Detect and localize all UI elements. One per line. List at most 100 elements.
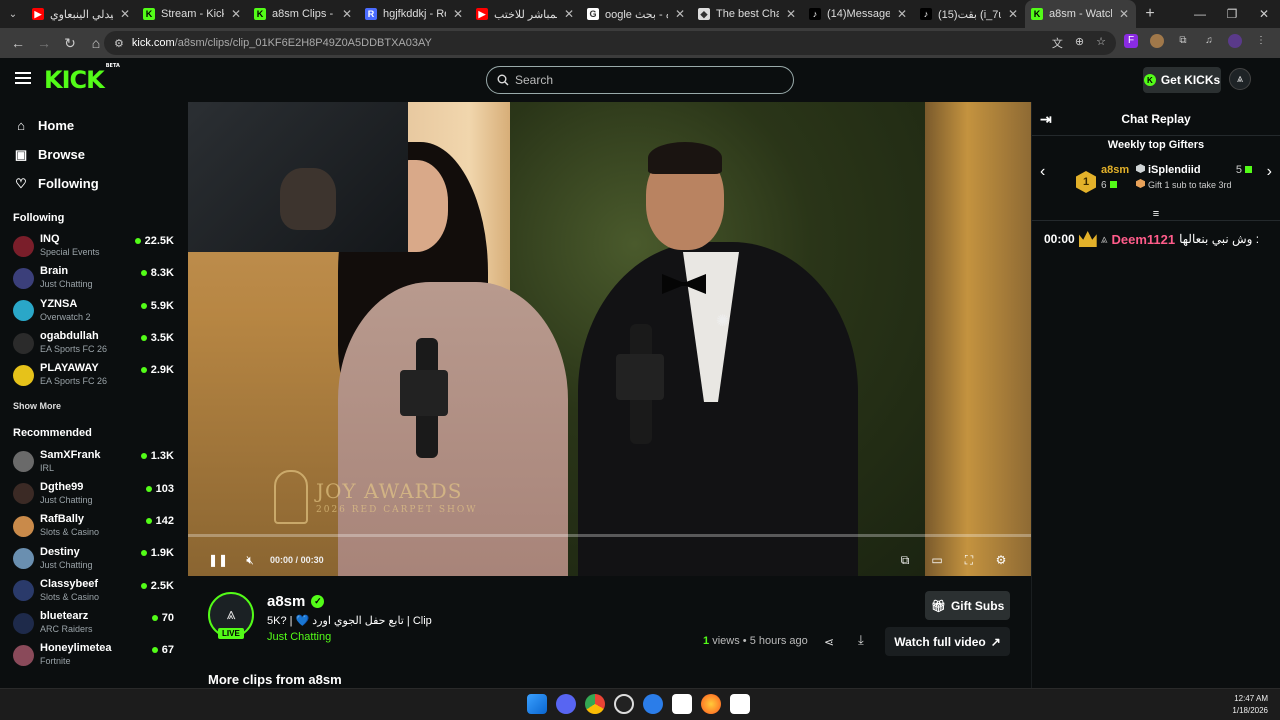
tab-close-icon[interactable]: ✕ xyxy=(230,7,242,21)
sidebar-channel[interactable]: PLAYAWAY EA Sports FC 26 2.9K xyxy=(0,359,188,391)
capcut-icon[interactable] xyxy=(672,694,692,714)
share-icon[interactable]: ⋖ xyxy=(824,635,834,649)
browser-tab[interactable]: ▶ البث المباشر للاختب ✕ xyxy=(470,0,581,28)
browser-tab[interactable]: Rhgjfkddkj - Restre ✕ xyxy=(359,0,470,28)
tab-search-button[interactable]: ⌄ xyxy=(0,0,26,28)
tab-close-icon[interactable]: ✕ xyxy=(119,7,131,21)
reload-icon[interactable]: ↻ xyxy=(58,35,82,52)
pip-icon[interactable]: ⧉ xyxy=(895,550,915,570)
close-window-icon[interactable]: ✕ xyxy=(1248,0,1280,28)
theater-mode-icon[interactable]: ▭ xyxy=(927,550,947,570)
zoom-icon[interactable]: ⊕ xyxy=(1075,35,1084,51)
forward-icon[interactable]: → xyxy=(32,35,56,51)
gifter-second-name[interactable]: iSplendiid xyxy=(1148,164,1201,176)
menu-icon[interactable] xyxy=(15,72,31,84)
chrome-icon[interactable] xyxy=(585,694,605,714)
url-bar[interactable]: ⚙ kick.com/a8sm/clips/clip_01KF6E2H8P49Z… xyxy=(104,31,1116,55)
system-clock[interactable]: 12:47 AM 1/18/2026 xyxy=(1232,693,1268,717)
sidebar-nav-browse[interactable]: ▣ Browse xyxy=(0,140,188,169)
firefox-icon[interactable] xyxy=(701,694,721,714)
tab-close-icon[interactable]: ✕ xyxy=(1118,7,1130,21)
tab-close-icon[interactable]: ✕ xyxy=(896,7,908,21)
mute-icon[interactable]: 🔇︎ xyxy=(240,550,260,570)
browser-tab[interactable]: ♪ (15)بقت (i_7ulx@) ✕ xyxy=(914,0,1025,28)
get-kicks-label: Get KICKs xyxy=(1160,73,1221,87)
channel-name[interactable]: a8sm xyxy=(267,593,305,610)
capcut-editor-icon[interactable] xyxy=(730,694,750,714)
get-kicks-button[interactable]: K Get KICKs xyxy=(1143,67,1221,93)
extension-cookie-icon[interactable] xyxy=(1150,34,1164,48)
tab-favicon-icon: ▶ xyxy=(476,8,488,20)
browser-tab[interactable]: Google عنزه - بحث ✕ xyxy=(581,0,692,28)
bookmark-star-icon[interactable]: ☆ xyxy=(1096,35,1106,51)
clip-title: 5K? | 💙 تابع حفل الجوي اورد | Clip xyxy=(267,615,432,627)
gift-subs-button[interactable]: 🎁︎ Gift Subs xyxy=(925,591,1010,620)
sidebar-channel[interactable]: SamXFrank IRL 1.3K xyxy=(0,445,188,477)
tab-close-icon[interactable]: ✕ xyxy=(785,7,797,21)
menu-dots-icon[interactable]: ⋮ xyxy=(1254,34,1268,48)
sidebar-channel[interactable]: ogabdullah EA Sports FC 26 3.5K xyxy=(0,327,188,359)
time-total: 00:30 xyxy=(300,555,324,565)
browser-tab[interactable]: ♪ (14)Messages | Tik ✕ xyxy=(803,0,914,28)
sidebar-channel[interactable]: Classybeef Slots & Casino 2.5K xyxy=(0,575,188,607)
sidebar-channel[interactable]: Brain Just Chatting 8.3K xyxy=(0,262,188,294)
sidebar-channel[interactable]: bluetearz ARC Raiders 70 xyxy=(0,607,188,639)
sidebar-channel[interactable]: RafBally Slots & Casino 142 xyxy=(0,510,188,542)
gifter-first-name[interactable]: a8sm xyxy=(1101,163,1129,178)
extension-f-icon[interactable]: F xyxy=(1124,34,1138,48)
extensions-puzzle-icon[interactable]: ⧉ xyxy=(1176,34,1190,48)
new-tab-button[interactable]: + xyxy=(1136,5,1164,23)
tab-favicon-icon: ♪ xyxy=(920,8,932,20)
minimize-icon[interactable]: — xyxy=(1184,0,1216,28)
chat-filter-icon[interactable]: ≡ xyxy=(1032,209,1280,221)
browser-tab[interactable]: Ka8sm - Watch clip ✕ xyxy=(1025,0,1136,28)
browser-tab[interactable]: Ka8sm Clips - Watc ✕ xyxy=(248,0,359,28)
app-blue-icon[interactable] xyxy=(643,694,663,714)
sidebar-nav-home[interactable]: ⌂ Home xyxy=(0,111,188,140)
gifters-prev-icon[interactable]: ‹ xyxy=(1040,163,1045,181)
clip-category[interactable]: Just Chatting xyxy=(267,631,331,643)
media-icon[interactable]: ♫ xyxy=(1202,34,1216,48)
tab-close-icon[interactable]: ✕ xyxy=(341,7,353,21)
download-icon[interactable]: ⤓ xyxy=(858,632,864,648)
search-box[interactable] xyxy=(486,66,794,94)
pause-icon[interactable]: ❚❚ xyxy=(208,550,228,570)
gifters-next-icon[interactable]: › xyxy=(1267,163,1272,181)
restore-icon[interactable]: ❐ xyxy=(1216,0,1248,28)
obs-icon[interactable] xyxy=(614,694,634,714)
translate-icon[interactable]: 文 xyxy=(1052,35,1063,51)
windows-start-icon[interactable] xyxy=(527,694,547,714)
video-progress-bar[interactable] xyxy=(188,534,1031,537)
sidebar-channel[interactable]: Dgthe99 Just Chatting 103 xyxy=(0,478,188,510)
profile-icon[interactable] xyxy=(1228,34,1242,48)
watch-full-video-button[interactable]: Watch full video ↗ xyxy=(885,627,1010,656)
back-icon[interactable]: ← xyxy=(6,35,30,51)
discord-icon[interactable] xyxy=(556,694,576,714)
tab-close-icon[interactable]: ✕ xyxy=(674,7,686,21)
browser-tab[interactable]: K Stream - Kick Dash ✕ xyxy=(137,0,248,28)
settings-icon[interactable]: ⚙ xyxy=(991,550,1011,570)
viewer-count: 142 xyxy=(146,515,174,527)
tab-title: ميدلي الينبعاوي xyxy=(50,8,113,21)
sidebar-channel[interactable]: INQ Special Events 22.5K xyxy=(0,230,188,262)
video-player[interactable]: ✺ JOY AWARDS 2026 RED CARPET SHOW ❚❚ 🔇︎ … xyxy=(188,102,1031,576)
browser-tab[interactable]: ◆ The best ChatBot ✕ xyxy=(692,0,803,28)
following-list: INQ Special Events 22.5K Brain Just Chatting… xyxy=(0,230,188,391)
site-info-icon[interactable]: ⚙ xyxy=(114,37,124,50)
collapse-chat-icon[interactable]: ⇥ xyxy=(1040,111,1052,128)
tab-close-icon[interactable]: ✕ xyxy=(452,7,464,21)
tab-close-icon[interactable]: ✕ xyxy=(1007,7,1019,21)
fullscreen-icon[interactable]: ⛶ xyxy=(959,550,979,570)
message-username[interactable]: Deem1121 xyxy=(1111,232,1175,247)
tab-close-icon[interactable]: ✕ xyxy=(563,7,575,21)
video-time: 00:00 / 00:30 xyxy=(270,555,324,565)
sidebar-channel[interactable]: Destiny Just Chatting 1.9K xyxy=(0,542,188,574)
user-avatar[interactable]: ⩓ xyxy=(1229,68,1251,90)
show-more-link[interactable]: Show More xyxy=(0,401,188,411)
sidebar-nav-following[interactable]: ♡ Following xyxy=(0,169,188,198)
browser-tab[interactable]: ▶ ميدلي الينبعاوي ✕ xyxy=(26,0,137,28)
sidebar-channel[interactable]: Honeylimetea Fortnite 67 xyxy=(0,639,188,671)
kick-logo[interactable]: KICK BETA xyxy=(44,63,120,94)
sidebar-channel[interactable]: YZNSA Overwatch 2 5.9K xyxy=(0,295,188,327)
search-input[interactable] xyxy=(515,73,775,87)
